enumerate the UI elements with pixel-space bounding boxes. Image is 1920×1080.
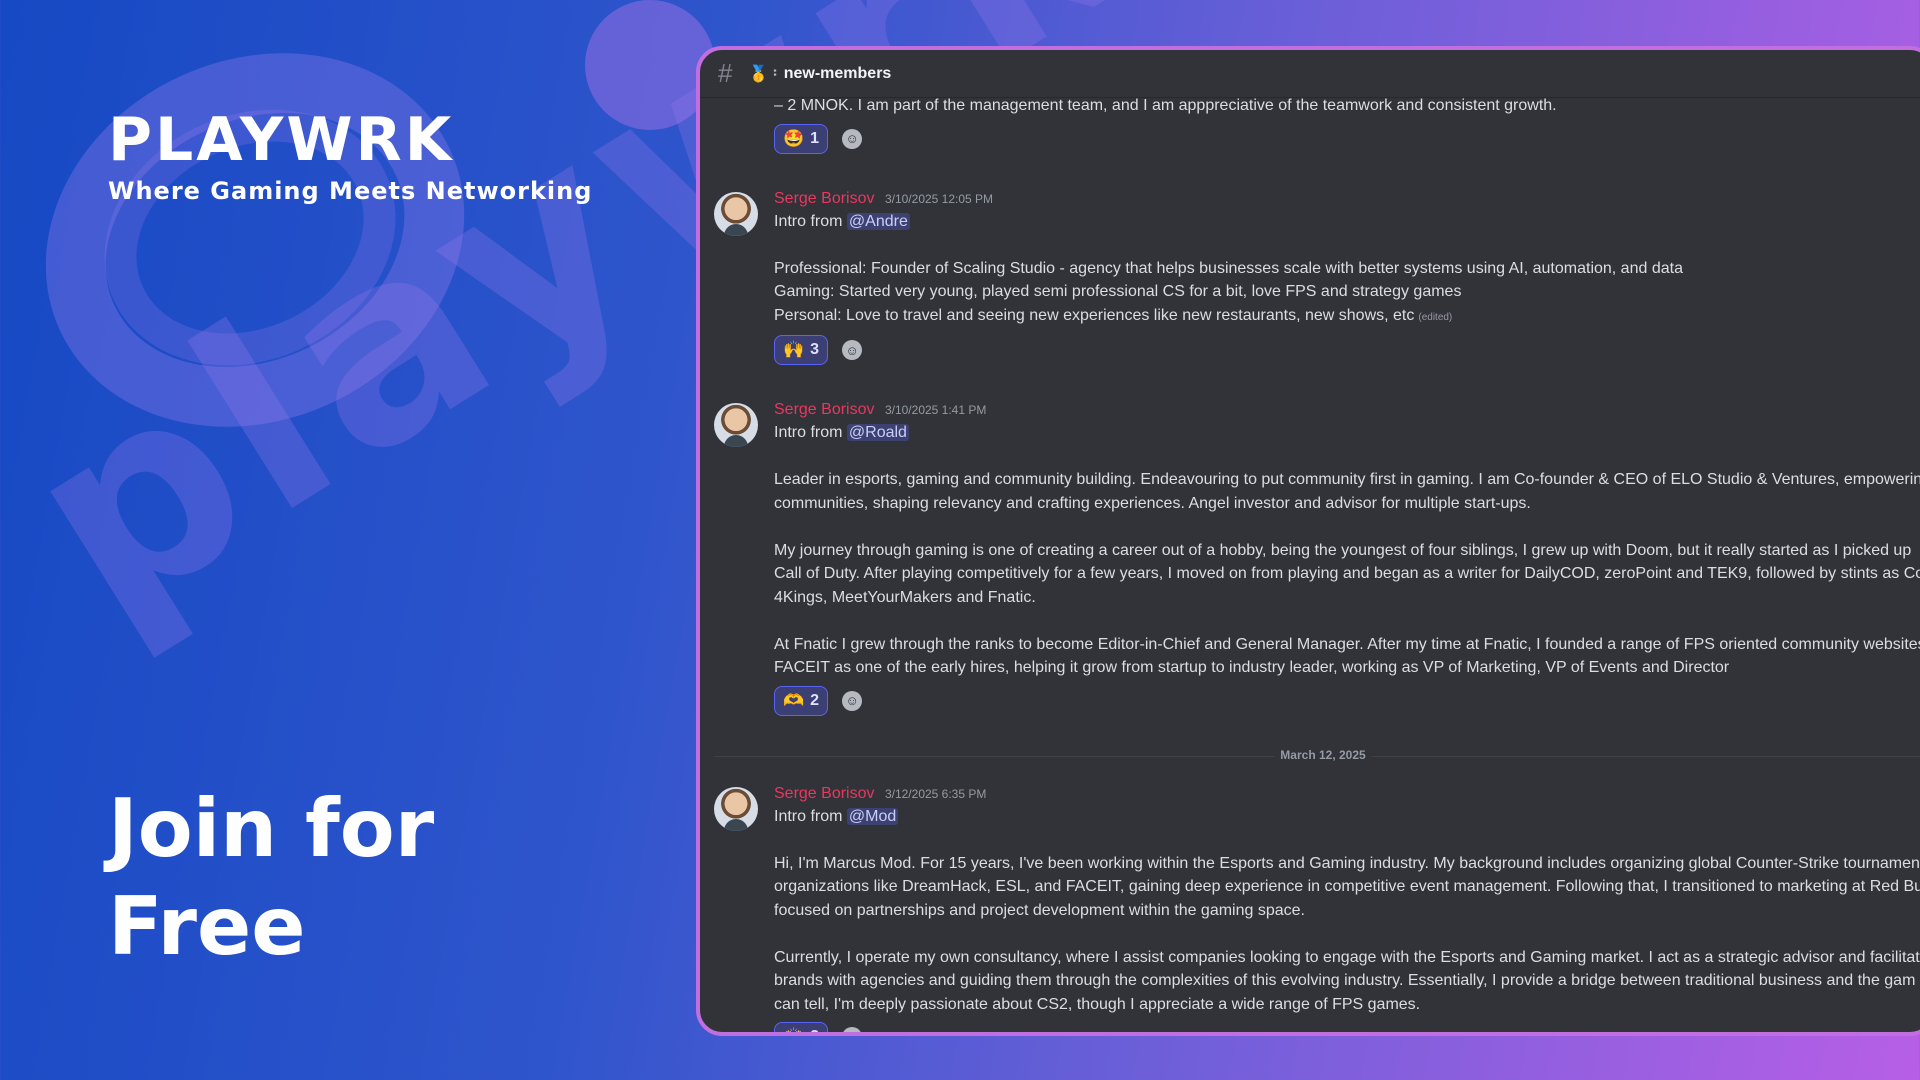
reaction-row: 🫶 2 ☺ [774,685,1912,716]
logo-swirl-decoration [0,0,526,494]
message-line: organizations like DreamHack, ESL, and F… [774,878,1920,895]
discord-channel-panel: # 🥇 ꞉ new-members – 2 MNOK. I am part of… [696,46,1920,1036]
heart-hands-emoji-icon: 🫶 [783,690,805,710]
author-name[interactable]: Serge Borisov [774,401,875,418]
message-line: My journey through gaming is one of crea… [774,541,1912,559]
message-line: Personal: Love to travel and seeing new … [774,304,1912,330]
edited-marker: (edited) [1418,311,1453,323]
reaction-row: 🤩 1 ☺ [774,123,1912,154]
message-line: Gaming: Started very young, played semi … [774,283,1462,300]
message-line: brands with agencies and guiding them th… [774,972,1916,989]
brand-title: PLAYWRK [108,105,455,175]
brand-tagline: Where Gaming Meets Networking [108,177,593,205]
user-mention[interactable]: @Roald [846,424,909,441]
reaction-button[interactable]: 🙌 3 [774,335,829,365]
reaction-row: 🙌 3 ☺ [774,335,1912,365]
reaction-count: 3 [810,341,820,358]
add-reaction-icon[interactable]: ☺ [842,128,863,149]
author-name[interactable]: Serge Borisov [774,785,875,802]
message: Serge Borisov 3/12/2025 6:35 PM Intro fr… [714,783,1920,1032]
message-timestamp: 3/12/2025 6:35 PM [884,786,987,801]
channel-header: # 🥇 ꞉ new-members [700,50,1920,98]
brand-block: PLAYWRK Where Gaming Meets Networking [108,105,592,205]
message-line: At Fnatic I grew through the ranks to be… [774,635,1920,653]
avatar[interactable] [714,403,758,447]
message-line: Call of Duty. After playing competitivel… [774,565,1920,582]
reaction-row: 🙌 2 ☺ [774,1022,1912,1032]
intro-prefix: Intro from [774,212,847,230]
message-header: Serge Borisov 3/10/2025 12:05 PM [774,188,1912,210]
avatar[interactable] [714,786,758,831]
add-reaction-icon[interactable]: ☺ [842,1027,863,1032]
message-line: Hi, I'm Marcus Mod. For 15 years, I've b… [774,854,1920,872]
intro-prefix: Intro from [774,424,847,441]
user-mention[interactable]: @Andre [846,212,910,230]
message-timestamp: 3/10/2025 12:05 PM [884,191,994,206]
user-mention[interactable]: @Mod [846,807,899,825]
raising-hands-emoji-icon: 🙌 [783,340,805,359]
message-line: Currently, I operate my own consultancy,… [774,948,1920,966]
reaction-count: 2 [810,691,820,709]
message-line: focused on partnerships and project deve… [774,901,1305,919]
message-list: – 2 MNOK. I am part of the management te… [700,94,1920,1032]
channel-separator: ꞉ [772,64,778,82]
add-reaction-icon[interactable]: ☺ [842,340,863,360]
message-line-text: Personal: Love to travel and seeing new … [774,306,1415,324]
reaction-count: 2 [810,1028,819,1032]
message-line: – 2 MNOK. I am part of the management te… [774,97,1557,114]
message-line: communities, shaping relevancy and craft… [774,494,1531,512]
reaction-count: 1 [810,129,820,147]
message: Serge Borisov 3/10/2025 1:41 PM Intro fr… [714,399,1920,716]
message-timestamp: 3/10/2025 1:41 PM [884,403,987,417]
intro-prefix: Intro from [774,807,847,825]
intro-line: Intro from @Mod [774,805,1912,829]
message-header: Serge Borisov 3/10/2025 1:41 PM [774,399,1912,421]
add-reaction-icon[interactable]: ☺ [842,690,863,711]
raising-hands-emoji-icon: 🙌 [783,1027,804,1032]
message-line: 4Kings, MeetYourMakers and Fnatic. [774,588,1036,606]
message-line: FACEIT as one of the early hires, helpin… [774,659,1730,676]
message: Serge Borisov 3/10/2025 12:05 PM Intro f… [714,188,1920,365]
message-line: Leader in esports, gaming and community … [774,471,1920,488]
intro-line: Intro from @Roald [774,421,1912,445]
medal-icon: 🥇 [748,65,769,83]
date-divider-label: March 12, 2025 [1274,747,1372,762]
reaction-button[interactable]: 🫶 2 [774,685,829,716]
cta-line-1: Join for [108,782,435,875]
avatar[interactable] [714,191,758,236]
message-header: Serge Borisov 3/12/2025 6:35 PM [774,783,1912,805]
cta-line-2: Free [108,880,306,973]
join-cta: Join for Free [108,780,434,976]
message-line: can tell, I'm deeply passionate about CS… [774,995,1421,1013]
channel-hash-icon: # [718,58,733,88]
star-struck-emoji-icon: 🤩 [783,128,805,148]
author-name[interactable]: Serge Borisov [774,190,875,207]
channel-name[interactable]: new-members [784,65,892,83]
message-fragment: – 2 MNOK. I am part of the management te… [714,94,1920,154]
intro-line: Intro from @Andre [774,210,1912,234]
reaction-button[interactable]: 🙌 2 [774,1022,829,1032]
date-divider: March 12, 2025 [714,747,1920,762]
message-line: Professional: Founder of Scaling Studio … [774,259,1683,277]
reaction-button[interactable]: 🤩 1 [774,123,829,154]
